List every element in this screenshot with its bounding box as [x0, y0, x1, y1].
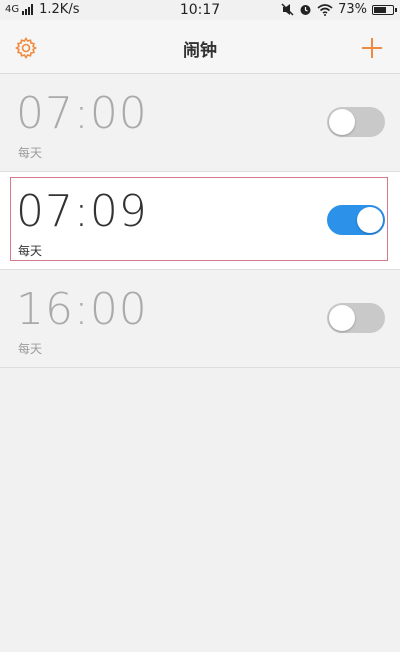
- alarm-item[interactable]: 16:00 每天: [0, 270, 400, 368]
- alarm-toggle[interactable]: [327, 303, 385, 333]
- plus-icon: [362, 38, 382, 58]
- toggle-knob: [329, 109, 355, 135]
- alarm-clock-icon: [300, 5, 311, 15]
- battery-icon: [372, 4, 397, 15]
- alarm-item[interactable]: 07:09 每天: [0, 172, 400, 270]
- mute-icon: [281, 3, 294, 16]
- toggle-knob: [357, 207, 383, 233]
- wifi-icon: [317, 3, 333, 16]
- alarm-list: 07:00 每天 07:09 每天 16:00 每天: [0, 74, 400, 368]
- alarm-item[interactable]: 07:00 每天: [0, 74, 400, 172]
- nav-header: 闹钟: [0, 20, 400, 74]
- status-right: 73%: [281, 2, 397, 17]
- alarm-repeat: 每天: [18, 146, 43, 160]
- alarm-toggle[interactable]: [327, 205, 385, 235]
- toggle-knob: [329, 305, 355, 331]
- add-alarm-button[interactable]: [360, 36, 384, 60]
- alarm-repeat: 每天: [18, 342, 43, 356]
- alarm-time: 07:09: [16, 186, 148, 237]
- battery-fill: [374, 6, 386, 13]
- alarm-toggle[interactable]: [327, 107, 385, 137]
- alarm-screen: 4G 1.2K/s 10:17 73% 闹钟 07:00 每天 07:09 每天…: [0, 0, 400, 652]
- battery-percent: 73%: [338, 2, 367, 17]
- status-bar: 4G 1.2K/s 10:17 73%: [0, 0, 400, 20]
- alarm-time: 07:00: [16, 88, 148, 139]
- alarm-time: 16:00: [16, 284, 148, 335]
- alarm-repeat: 每天: [18, 244, 43, 258]
- page-title: 闹钟: [183, 41, 217, 61]
